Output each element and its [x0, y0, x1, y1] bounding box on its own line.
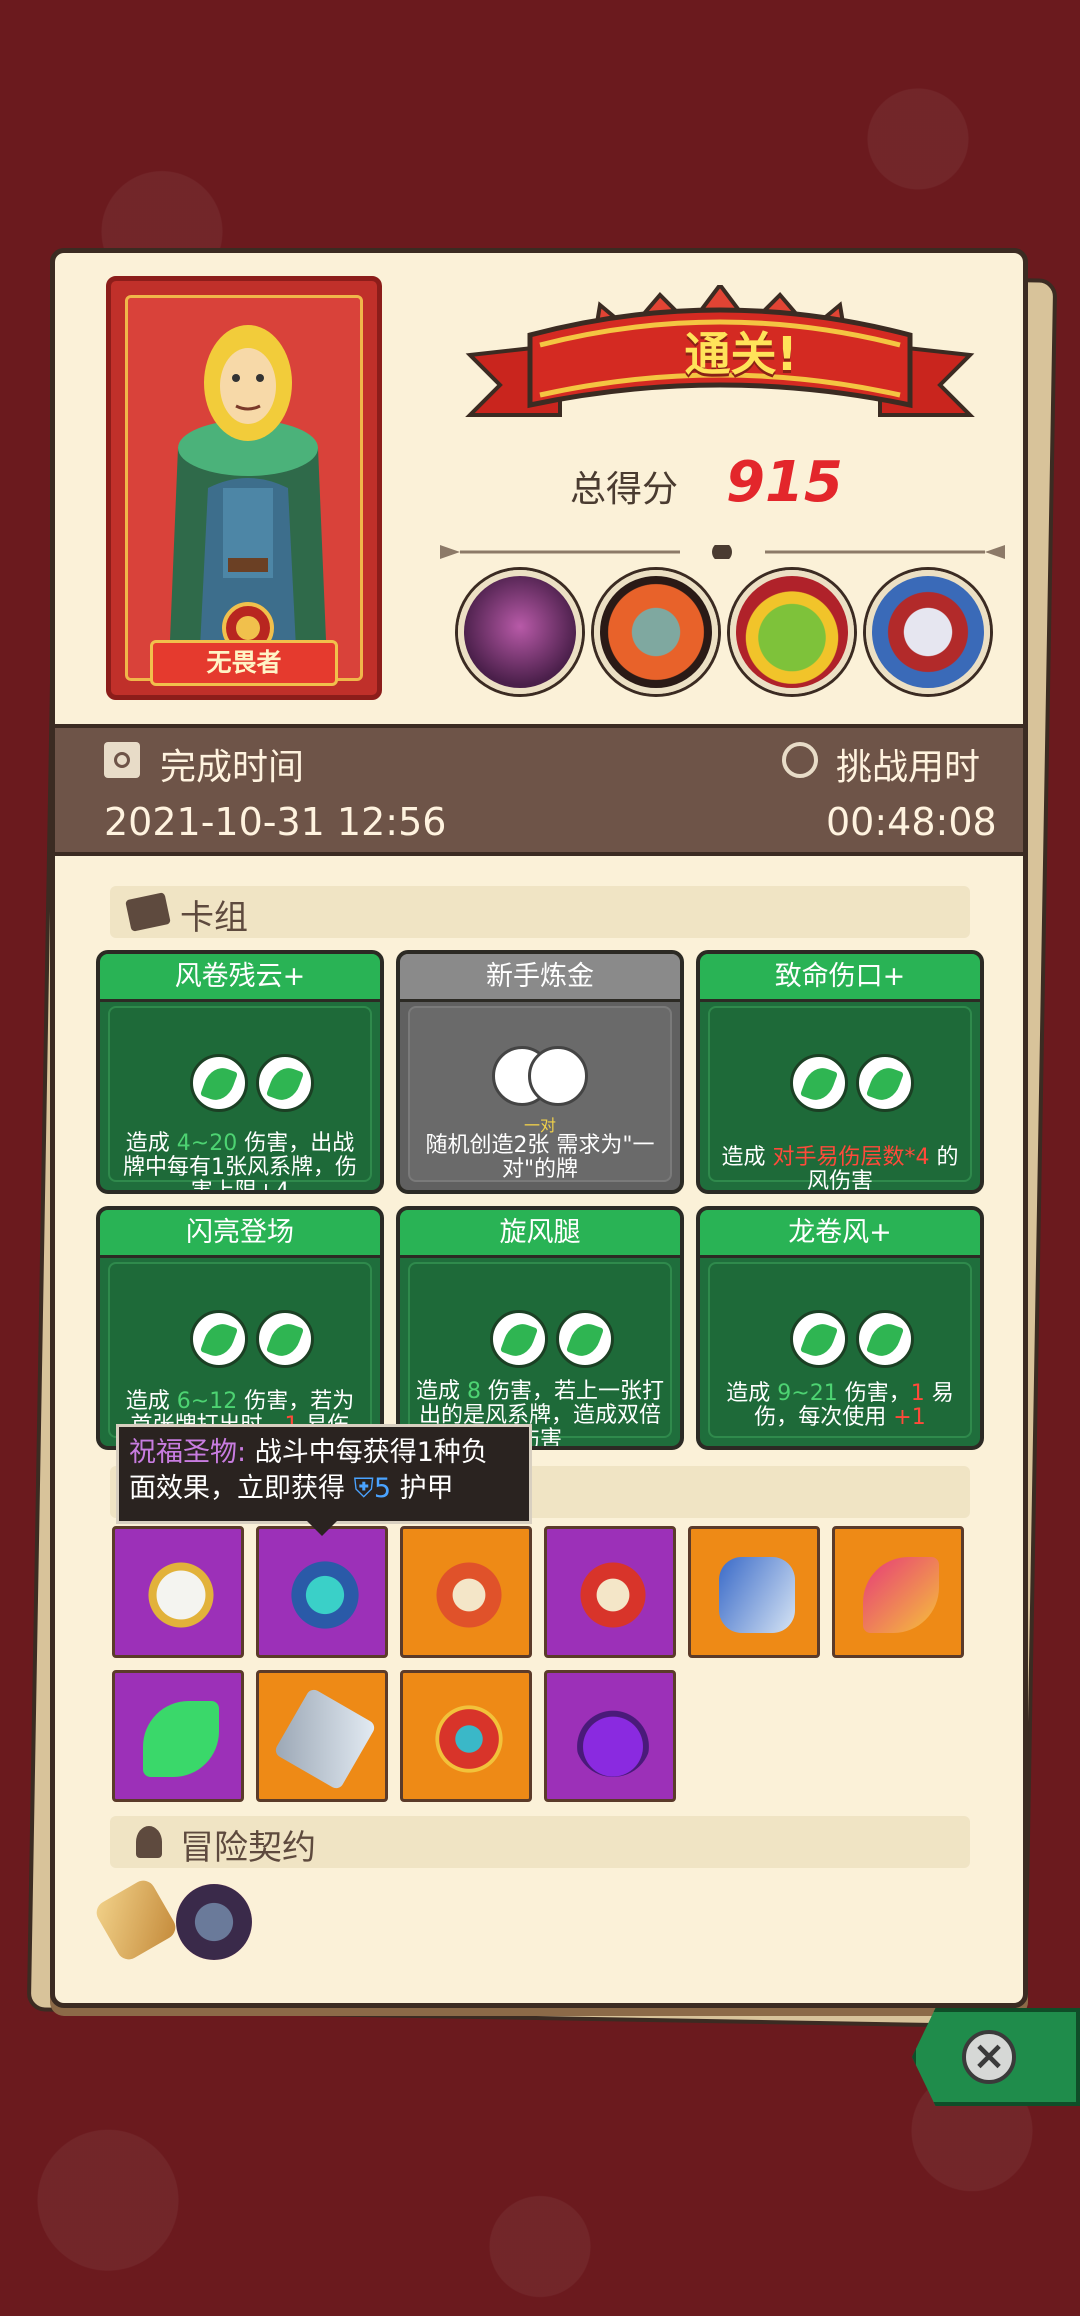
- fire-feather-icon[interactable]: [832, 1526, 964, 1658]
- cards-icon: [125, 892, 171, 932]
- wind-orb-icon: [190, 1054, 248, 1112]
- pair-slot-icon: [528, 1046, 588, 1106]
- victory-title: 通关!: [684, 327, 798, 381]
- wind-orb-icon: [790, 1054, 848, 1112]
- stopwatch-icon: [782, 742, 818, 778]
- contract-header-label: 冒险契约: [180, 1828, 316, 1868]
- person-icon: [136, 1826, 162, 1858]
- hero-portrait: [128, 298, 360, 678]
- card-tornado[interactable]: 龙卷风+ 造成 9~21 伤害，1 易伤，每次使用 +1: [696, 1206, 984, 1450]
- deck-header-label: 卡组: [180, 898, 248, 938]
- card-title: 风卷残云+: [100, 954, 380, 1002]
- finish-time-value: 2021-10-31 12:56: [104, 800, 447, 844]
- potion-icon[interactable]: [544, 1670, 676, 1802]
- close-icon[interactable]: ×: [962, 2030, 1016, 2084]
- armored-beast-boss[interactable]: [866, 570, 990, 694]
- tooltip-armor-value: 5: [373, 1473, 392, 1504]
- dark-orb-icon[interactable]: [176, 1884, 252, 1960]
- mirror-icon[interactable]: [112, 1526, 244, 1658]
- score-label: 总得分: [570, 469, 679, 510]
- wind-orb-icon: [790, 1310, 848, 1368]
- card-desc: 造成 4~20 伤害，出战牌中每有1张风系牌，伤害上限+4: [123, 1131, 357, 1194]
- wind-orb-icon: [190, 1310, 248, 1368]
- jeweled-mask-icon[interactable]: [400, 1670, 532, 1802]
- ornament-divider: [440, 545, 1005, 559]
- tooltip-title: 祝福圣物:: [129, 1437, 247, 1468]
- horn-icon[interactable]: [688, 1526, 820, 1658]
- shield-disc-icon[interactable]: [400, 1526, 532, 1658]
- card-title: 新手炼金: [400, 954, 680, 1002]
- card-fatal-wound[interactable]: 致命伤口+ 造成 对手易伤层数*4 的风伤害: [696, 950, 984, 1194]
- card-whirlwind-kick[interactable]: 旋风腿 造成 8 伤害，若上一张打出的是风系牌，造成双倍伤害: [396, 1206, 684, 1450]
- stone-golem-boss[interactable]: [458, 570, 582, 694]
- finish-time-label: 完成时间: [160, 747, 305, 788]
- tooltip-text: 战斗中每获得1种负: [254, 1437, 488, 1468]
- relic-tooltip: 祝福圣物: 战斗中每获得1种负 面效果，立即获得 ⛨5 护甲: [116, 1424, 532, 1524]
- duration-label: 挑战用时: [836, 747, 981, 788]
- wind-orb-icon: [556, 1310, 614, 1368]
- hero-name: 无畏者: [150, 640, 338, 686]
- hero-card[interactable]: [106, 276, 382, 700]
- wind-orb-icon: [490, 1310, 548, 1368]
- card-title: 致命伤口+: [700, 954, 980, 1002]
- orange-ogre-boss[interactable]: [594, 570, 718, 694]
- duration-value: 00:48:08: [826, 800, 997, 844]
- score-value: 915: [726, 450, 843, 515]
- card-title: 闪亮登场: [100, 1210, 380, 1258]
- wind-orb-icon: [256, 1310, 314, 1368]
- film-icon: [104, 742, 140, 778]
- card-desc: 造成 9~21 伤害，1 易伤，每次使用 +1: [726, 1381, 954, 1430]
- card-novice-alchemy[interactable]: 新手炼金 一对 随机创造2张 需求为"一对"的牌: [396, 950, 684, 1194]
- card-title: 龙卷风+: [700, 1210, 980, 1258]
- card-desc: 造成 对手易伤层数*4 的风伤害: [721, 1145, 959, 1194]
- goblin-king-boss[interactable]: [730, 570, 854, 694]
- card-title: 旋风腿: [400, 1210, 680, 1258]
- card-shining-entrance[interactable]: 闪亮登场 造成 6~12 伤害，若为首张牌打出时，1 易伤: [96, 1206, 384, 1450]
- broken-blade-icon[interactable]: [256, 1670, 388, 1802]
- deck-header: 卡组: [110, 886, 970, 938]
- tooltip-arrow: [306, 1520, 338, 1536]
- wind-orb-icon: [856, 1310, 914, 1368]
- green-leaf-icon[interactable]: [112, 1670, 244, 1802]
- contract-header: 冒险契约: [110, 1816, 970, 1868]
- armor-icon: ⛨: [353, 1473, 374, 1504]
- card-wind-cloud[interactable]: 风卷残云+ 造成 4~20 伤害，出战牌中每有1张风系牌，伤害上限+4: [96, 950, 384, 1194]
- wind-orb-icon: [856, 1054, 914, 1112]
- wind-orb-icon: [256, 1054, 314, 1112]
- card-desc: 随机创造2张 需求为"一对"的牌: [425, 1133, 655, 1182]
- blessed-relic-icon[interactable]: [256, 1526, 388, 1658]
- sun-mask-icon[interactable]: [544, 1526, 676, 1658]
